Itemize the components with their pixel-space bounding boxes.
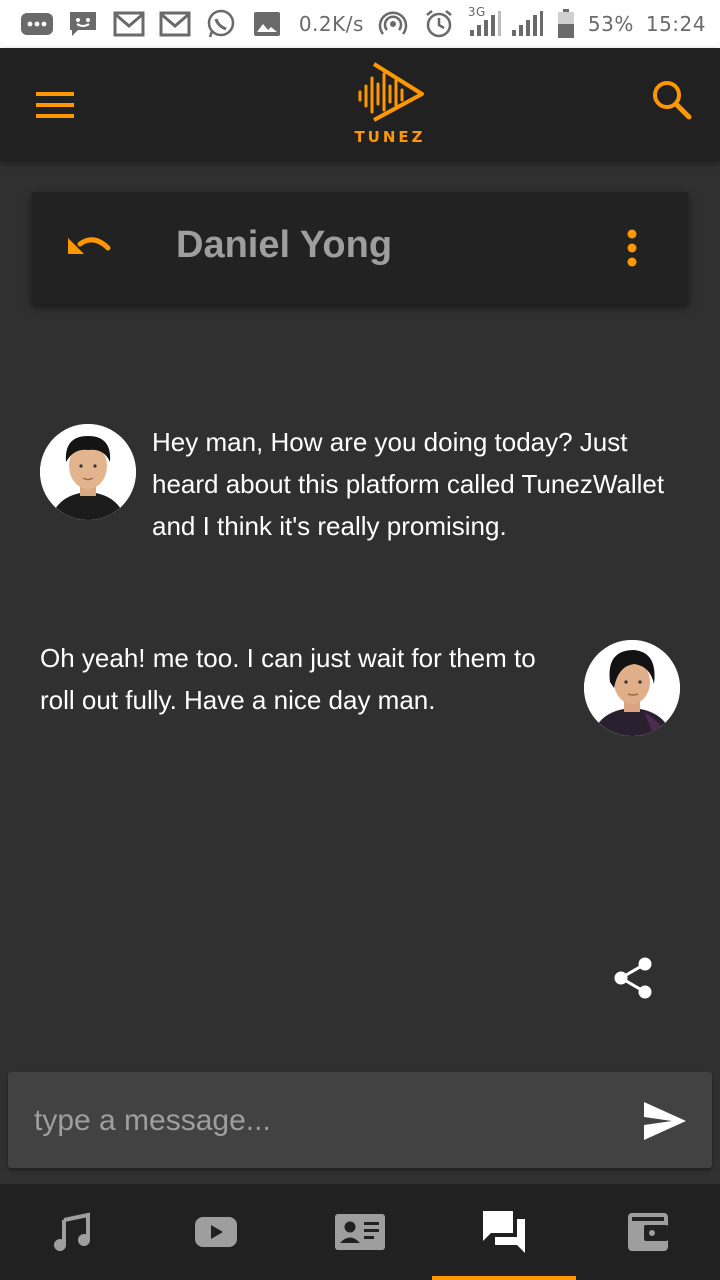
chat-bubble-icon xyxy=(66,9,100,39)
battery-percent: 53% xyxy=(587,12,634,36)
network-speed: 0.2K/s xyxy=(298,12,364,36)
play-waveform-logo-icon xyxy=(358,62,424,122)
more-options-button[interactable] xyxy=(620,228,644,268)
signal-icon xyxy=(510,9,544,39)
undo-arrow-icon xyxy=(68,237,111,254)
clock: 15:24 xyxy=(645,12,706,36)
hamburger-menu-icon xyxy=(36,92,74,118)
bottom-navigation xyxy=(0,1184,720,1280)
hotspot-icon xyxy=(376,9,410,39)
network-type: 3G xyxy=(467,5,486,19)
nav-contacts[interactable] xyxy=(288,1184,432,1280)
outgoing-avatar xyxy=(584,640,680,736)
image-icon xyxy=(250,9,284,39)
music-note-icon xyxy=(54,1212,90,1251)
back-button[interactable] xyxy=(66,230,112,266)
chat-header: Daniel Yong xyxy=(32,192,688,304)
status-bar: 0.2K/s 3G 53% 15:24 xyxy=(0,0,720,48)
contact-avatar-icon xyxy=(40,424,136,520)
outgoing-message: Oh yeah! me too. I can just wait for the… xyxy=(40,643,536,715)
nav-music[interactable] xyxy=(0,1184,144,1280)
message-composer xyxy=(8,1072,712,1168)
logo-text: TUNEZ xyxy=(354,128,426,146)
whatsapp-icon xyxy=(204,9,238,39)
menu-button[interactable] xyxy=(36,90,76,120)
app-bar: TUNEZ xyxy=(0,48,720,160)
more-vertical-icon xyxy=(627,229,637,267)
contact-name: Daniel Yong xyxy=(176,224,393,266)
user-avatar-icon xyxy=(584,640,680,736)
youtube-icon xyxy=(195,1217,237,1247)
search-icon xyxy=(653,81,692,120)
contact-card-icon xyxy=(335,1214,385,1250)
send-icon xyxy=(644,1102,686,1140)
forum-icon xyxy=(483,1211,525,1253)
share-button[interactable] xyxy=(612,956,654,1000)
nav-chats[interactable] xyxy=(432,1184,576,1280)
wallet-icon xyxy=(628,1213,668,1251)
gmail-icon xyxy=(112,9,146,39)
incoming-avatar xyxy=(40,424,136,520)
incoming-message: Hey man, How are you doing today? Just h… xyxy=(152,427,665,541)
tunez-logo: TUNEZ xyxy=(352,58,428,148)
gmail-icon xyxy=(158,9,192,39)
more-dots-icon xyxy=(20,9,54,39)
search-button[interactable] xyxy=(650,78,694,122)
battery-icon xyxy=(556,9,576,39)
alarm-icon xyxy=(422,9,456,39)
message-input[interactable] xyxy=(32,1096,616,1146)
nav-videos[interactable] xyxy=(144,1184,288,1280)
share-icon xyxy=(614,957,652,999)
send-button[interactable] xyxy=(642,1100,688,1142)
nav-wallet[interactable] xyxy=(576,1184,720,1280)
